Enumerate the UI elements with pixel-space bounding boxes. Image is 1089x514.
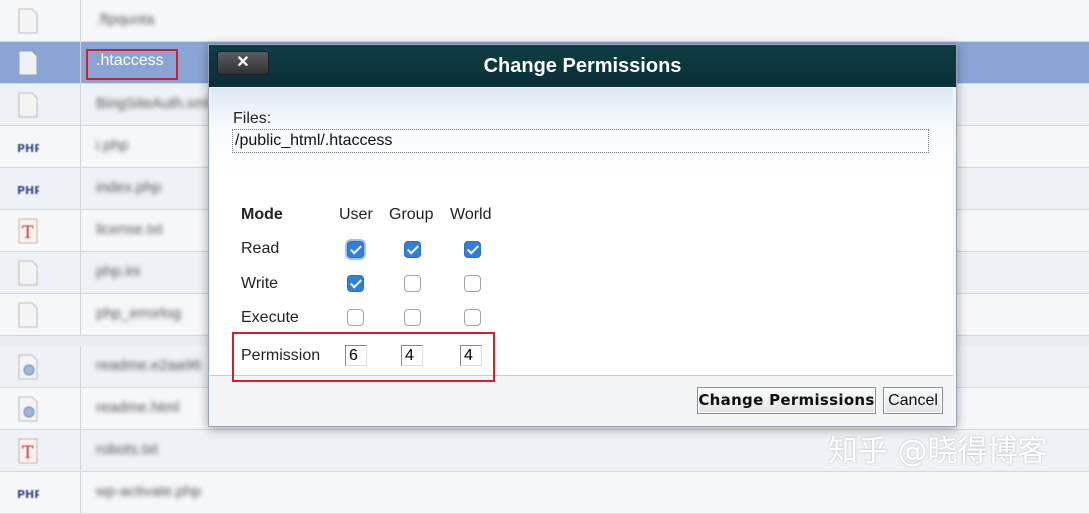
svg-text:PHP: PHP — [17, 488, 39, 501]
write-user-checkbox[interactable] — [347, 275, 364, 292]
svg-text:T: T — [22, 443, 34, 463]
php-file-icon: PHP — [17, 142, 39, 155]
execute-user-checkbox[interactable] — [347, 309, 364, 326]
file-name[interactable]: i.php — [96, 137, 129, 154]
file-name[interactable]: php.ini — [96, 263, 140, 280]
read-group-checkbox[interactable] — [404, 241, 421, 258]
file-name[interactable]: license.txt — [96, 221, 163, 238]
php-file-icon: PHP — [17, 488, 39, 501]
group-header: Group — [389, 206, 434, 223]
file-name[interactable]: readme.e2aa96 — [96, 357, 201, 374]
file-icon-cell — [0, 84, 81, 125]
file-name[interactable]: robots.txt — [96, 441, 158, 458]
file-icon-cell: PHP — [0, 168, 81, 209]
file-name[interactable]: index.php — [96, 179, 161, 196]
execute-label: Execute — [241, 309, 299, 326]
mode-header: Mode — [241, 206, 283, 223]
file-name[interactable]: .ftpquota — [96, 11, 154, 28]
web-file-icon — [18, 354, 38, 380]
file-name[interactable]: BingSiteAuth.xml — [96, 95, 210, 112]
generic-file-icon — [18, 92, 38, 118]
dialog-title: Change Permissions — [483, 55, 682, 77]
generic-file-icon — [18, 260, 38, 286]
file-name[interactable]: php_errorlog — [96, 305, 181, 322]
svg-text:PHP: PHP — [17, 184, 39, 197]
read-user-checkbox[interactable] — [347, 241, 364, 258]
svg-text:PHP: PHP — [17, 142, 39, 155]
file-row[interactable]: .ftpquota — [0, 0, 1089, 42]
text-file-icon: T — [18, 438, 38, 464]
execute-group-checkbox[interactable] — [404, 309, 421, 326]
write-group-checkbox[interactable] — [404, 275, 421, 292]
dialog-titlebar: ✕ Change Permissions — [209, 45, 956, 87]
generic-file-icon — [18, 302, 38, 328]
cancel-button[interactable]: Cancel — [883, 387, 943, 414]
change-permissions-button[interactable]: Change Permissions — [697, 387, 876, 414]
read-world-checkbox[interactable] — [464, 241, 481, 258]
file-icon-cell: PHP — [0, 472, 81, 513]
file-name[interactable]: wp-activate.php — [96, 483, 201, 500]
php-file-icon: PHP — [17, 184, 39, 197]
file-icon-cell: T — [0, 210, 81, 251]
execute-world-checkbox[interactable] — [464, 309, 481, 326]
watermark: 知乎 @晓得博客 — [828, 434, 1048, 469]
write-world-checkbox[interactable] — [464, 275, 481, 292]
svg-text:T: T — [22, 223, 34, 243]
file-icon-cell — [0, 42, 81, 83]
generic-file-icon — [18, 8, 38, 34]
user-header: User — [339, 206, 373, 223]
world-header: World — [450, 206, 492, 223]
file-name[interactable]: readme.html — [96, 399, 179, 416]
file-icon-cell — [0, 388, 81, 429]
read-label: Read — [241, 240, 280, 257]
change-permissions-dialog: ✕ Change Permissions Files: /public_html… — [208, 44, 957, 427]
file-icon-cell: PHP — [0, 126, 81, 167]
dialog-content: Files: /public_html/.htaccess Mode User … — [210, 88, 953, 382]
file-icon-cell — [0, 346, 81, 387]
text-file-icon: T — [18, 218, 38, 244]
web-file-icon — [18, 396, 38, 422]
files-label: Files: — [233, 110, 272, 127]
permission-highlight — [232, 332, 495, 382]
file-row[interactable]: PHP wp-activate.php — [0, 472, 1089, 514]
file-icon-cell: T — [0, 430, 81, 471]
generic-file-icon — [18, 50, 38, 76]
file-icon-cell — [0, 252, 81, 293]
file-path: /public_html/.htaccess — [232, 129, 929, 153]
file-icon-cell — [0, 294, 81, 335]
file-icon-cell — [0, 0, 81, 41]
write-label: Write — [241, 275, 279, 292]
selected-file-highlight — [86, 49, 178, 80]
